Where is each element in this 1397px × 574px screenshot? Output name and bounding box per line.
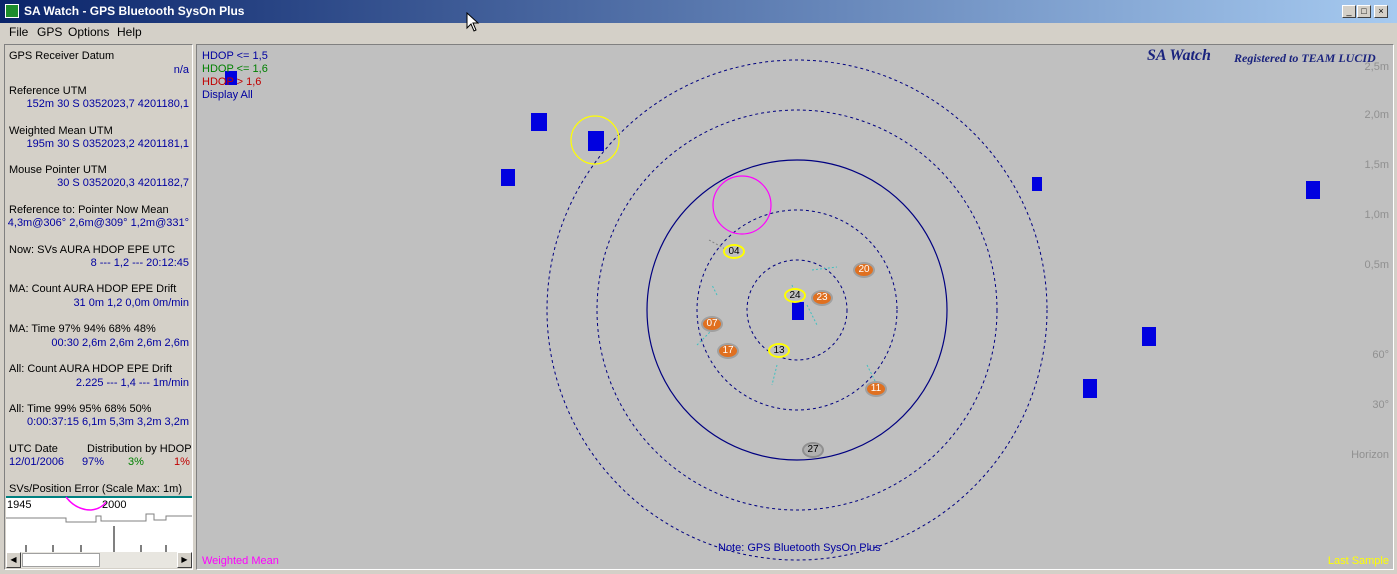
- graph-right-label: 2000: [102, 499, 127, 511]
- satellite-label: 04: [728, 246, 740, 257]
- receiver-datum-label: GPS Receiver Datum: [9, 50, 115, 62]
- elev-label-60: 60°: [1372, 349, 1389, 361]
- ref-utm-label: Reference UTM: [9, 85, 87, 97]
- satellite-label: 24: [789, 290, 801, 301]
- elev-label-horizon: Horizon: [1351, 449, 1389, 461]
- legend-hdop-blue: HDOP <= 1,5: [202, 50, 268, 62]
- weighted-mean-label: Weighted Mean: [202, 555, 279, 567]
- menu-bar: File GPS Options Help: [0, 23, 1397, 42]
- satellite-label: 23: [816, 292, 828, 303]
- maximize-button[interactable]: □: [1357, 5, 1371, 18]
- elev-label-30: 30°: [1372, 399, 1389, 411]
- satellite-27: 27: [802, 442, 824, 458]
- all-label: All: Count AURA HDOP EPE Drift: [9, 363, 173, 375]
- title-bar: SA Watch - GPS Bluetooth SysOn Plus _ □ …: [0, 0, 1397, 23]
- satellite-label: 11: [870, 383, 882, 394]
- mouse-utm-label: Mouse Pointer UTM: [9, 164, 107, 176]
- satellite-label: 13: [773, 345, 785, 356]
- legend-hdop-red: HDOP > 1,6: [202, 76, 262, 88]
- utc-date-label: UTC Date: [9, 443, 58, 455]
- menu-help[interactable]: Help: [117, 25, 142, 39]
- satellite-24: 24: [784, 288, 806, 303]
- sv-position-label: SVs/Position Error (Scale Max: 1m): [9, 483, 182, 495]
- brand-title: SA Watch: [1147, 47, 1211, 64]
- satellite-17: 17: [717, 343, 739, 359]
- ma-time-label: MA: Time 97% 94% 68% 48%: [9, 323, 156, 335]
- refto-label: Reference to: Pointer Now Mean: [9, 204, 169, 216]
- graph-scrollbar[interactable]: ◀ ▶: [6, 552, 192, 568]
- menu-gps[interactable]: GPS: [37, 25, 62, 39]
- satellite-label: 17: [722, 345, 734, 356]
- receiver-datum-value: n/a: [173, 64, 189, 76]
- satellite-label: 07: [706, 318, 718, 329]
- dist-green-value: 3%: [128, 456, 144, 468]
- legend-hdop-green: HDOP <= 1,6: [202, 63, 268, 75]
- wm-utm-value: 195m 30 S 0352023,2 4201181,1: [26, 138, 190, 150]
- dist-red-value: 1%: [174, 456, 190, 468]
- scale-label-1-0m: 1,0m: [1364, 209, 1389, 221]
- registered-label: Registered to TEAM LUCID: [1234, 51, 1376, 65]
- note-text: Note: GPS Bluetooth SysOn Plus: [718, 542, 881, 554]
- window-title: SA Watch - GPS Bluetooth SysOn Plus: [24, 4, 245, 18]
- satellite-11: 11: [865, 381, 887, 397]
- legend-display-all[interactable]: Display All: [202, 89, 253, 101]
- last-sample-label: Last Sample: [1327, 555, 1389, 567]
- satellite-07: 07: [701, 316, 723, 332]
- satellite-label: 27: [807, 444, 819, 455]
- ref-utm-value: 152m 30 S 0352023,7 4201180,1: [26, 98, 190, 110]
- now-value: 8 --- 1,2 --- 20:12:45: [90, 257, 189, 269]
- close-button[interactable]: ×: [1374, 5, 1388, 18]
- scroll-right-button[interactable]: ▶: [177, 552, 192, 568]
- satellite-13: 13: [768, 343, 790, 358]
- position-plot[interactable]: HDOP <= 1,5 HDOP <= 1,6 HDOP > 1,6 Displ…: [196, 44, 1394, 570]
- distribution-label: Distribution by HDOP: [87, 443, 192, 455]
- ma-value: 31 0m 1,2 0,0m 0m/min: [73, 297, 189, 309]
- graph-left-label: 1945: [7, 499, 32, 511]
- menu-file[interactable]: File: [9, 25, 28, 39]
- refto-value: 4,3m@306° 2,6m@309° 1,2m@331°: [7, 217, 189, 229]
- satellite-04: 04: [723, 244, 745, 259]
- scale-label-2-5m: 2,5m: [1364, 61, 1389, 73]
- plot-canvas: [225, 59, 1320, 561]
- dist-blue-value: 97%: [82, 456, 105, 468]
- scale-label-0-5m: 0,5m: [1364, 259, 1389, 271]
- menu-options[interactable]: Options: [68, 25, 109, 39]
- satellite-20: 20: [853, 262, 875, 278]
- ma-time-value: 00:30 2,6m 2,6m 2,6m 2,6m: [51, 337, 189, 349]
- ma-label: MA: Count AURA HDOP EPE Drift: [9, 283, 177, 295]
- satellite-label: 20: [858, 264, 870, 275]
- satellite-23: 23: [811, 290, 833, 306]
- wm-utm-label: Weighted Mean UTM: [9, 125, 113, 137]
- scroll-left-button[interactable]: ◀: [6, 552, 21, 568]
- app-icon: [5, 4, 19, 18]
- all-value: 2.225 --- 1,4 --- 1m/min: [75, 377, 189, 389]
- scale-label-1-5m: 1,5m: [1364, 159, 1389, 171]
- all-time-label: All: Time 99% 95% 68% 50%: [9, 403, 152, 415]
- now-label: Now: SVs AURA HDOP EPE UTC: [9, 244, 176, 256]
- utc-date-value: 12/01/2006: [9, 456, 65, 468]
- status-panel: GPS Receiver Datum n/a Reference UTM 152…: [4, 44, 193, 570]
- mouse-utm-value: 30 S 0352020,3 4201182,7: [57, 177, 189, 189]
- scale-label-2-0m: 2,0m: [1364, 109, 1389, 121]
- all-time-value: 0:00:37:15 6,1m 5,3m 3,2m 3,2m: [26, 416, 189, 428]
- minimize-button[interactable]: _: [1342, 5, 1356, 18]
- scroll-thumb[interactable]: [22, 553, 100, 567]
